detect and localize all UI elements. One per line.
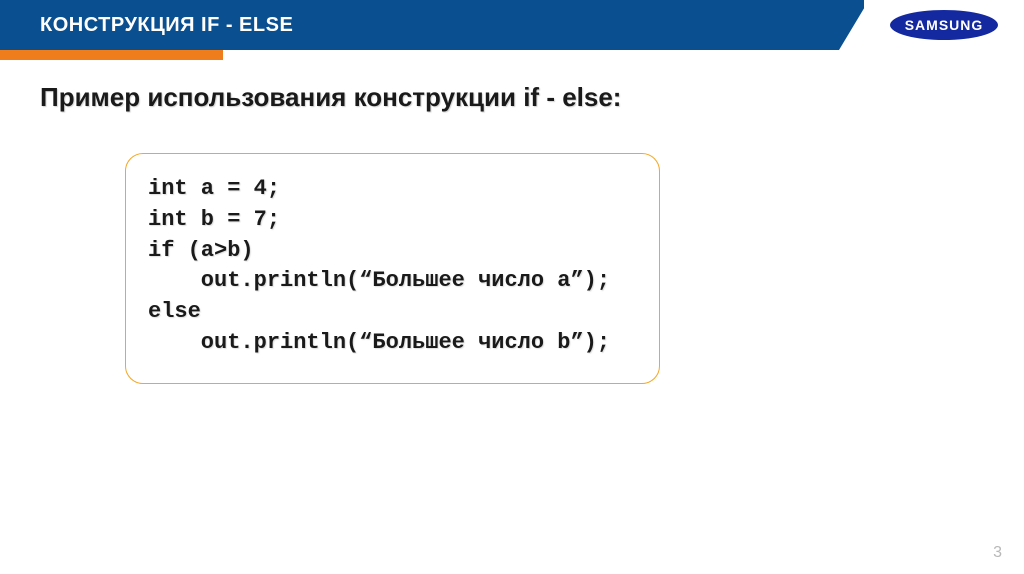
slide-content: Пример использования конструкции if - el… (0, 50, 1024, 416)
code-line: int b = 7; (148, 205, 637, 236)
page-number: 3 (993, 544, 1002, 562)
slide-title: КОНСТРУКЦИЯ IF - ELSE (0, 14, 293, 37)
code-line: int a = 4; (148, 174, 637, 205)
brand-logo-wrap: SAMSUNG (864, 0, 1024, 50)
samsung-logo-text: SAMSUNG (905, 17, 984, 33)
code-line: if (a>b) (148, 236, 637, 267)
samsung-logo-icon: SAMSUNG (889, 9, 999, 41)
code-line: else (148, 297, 637, 328)
code-line: out.println(“Большее число a”); (148, 266, 637, 297)
content-subtitle: Пример использования конструкции if - el… (40, 82, 984, 113)
accent-bar (0, 50, 223, 60)
code-line: out.println(“Большее число b”); (148, 328, 637, 359)
slide-header: КОНСТРУКЦИЯ IF - ELSE SAMSUNG (0, 0, 1024, 50)
code-example-box: int a = 4; int b = 7; if (a>b) out.print… (125, 153, 660, 384)
